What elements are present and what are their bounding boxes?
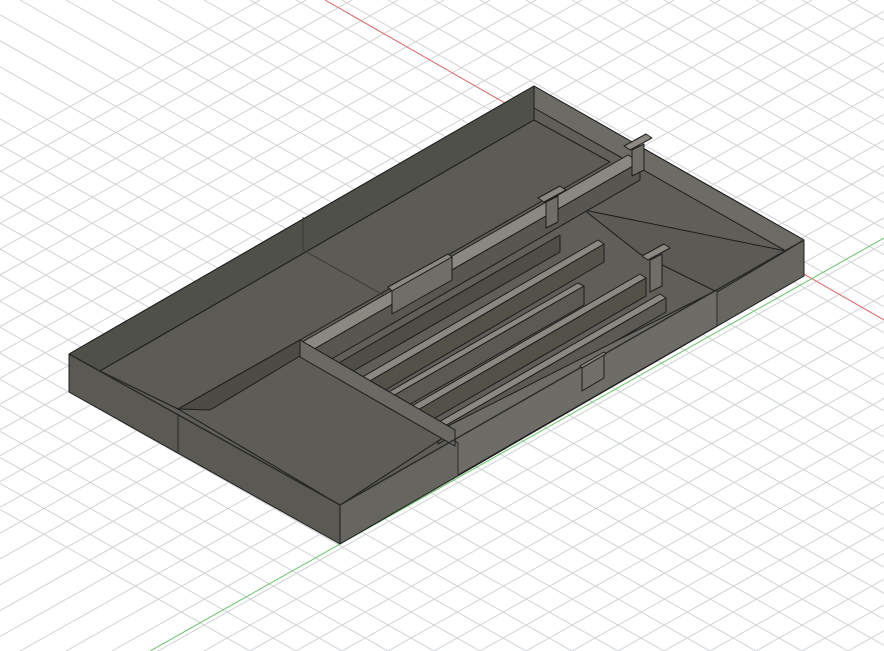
grid-line — [709, 0, 884, 100]
tray-model[interactable] — [68, 85, 805, 545]
grid-line — [847, 630, 884, 651]
grid-line — [847, 0, 884, 21]
viewport-svg[interactable] — [0, 0, 884, 651]
3d-viewport-canvas[interactable] — [0, 0, 884, 651]
grid-line — [709, 552, 884, 651]
